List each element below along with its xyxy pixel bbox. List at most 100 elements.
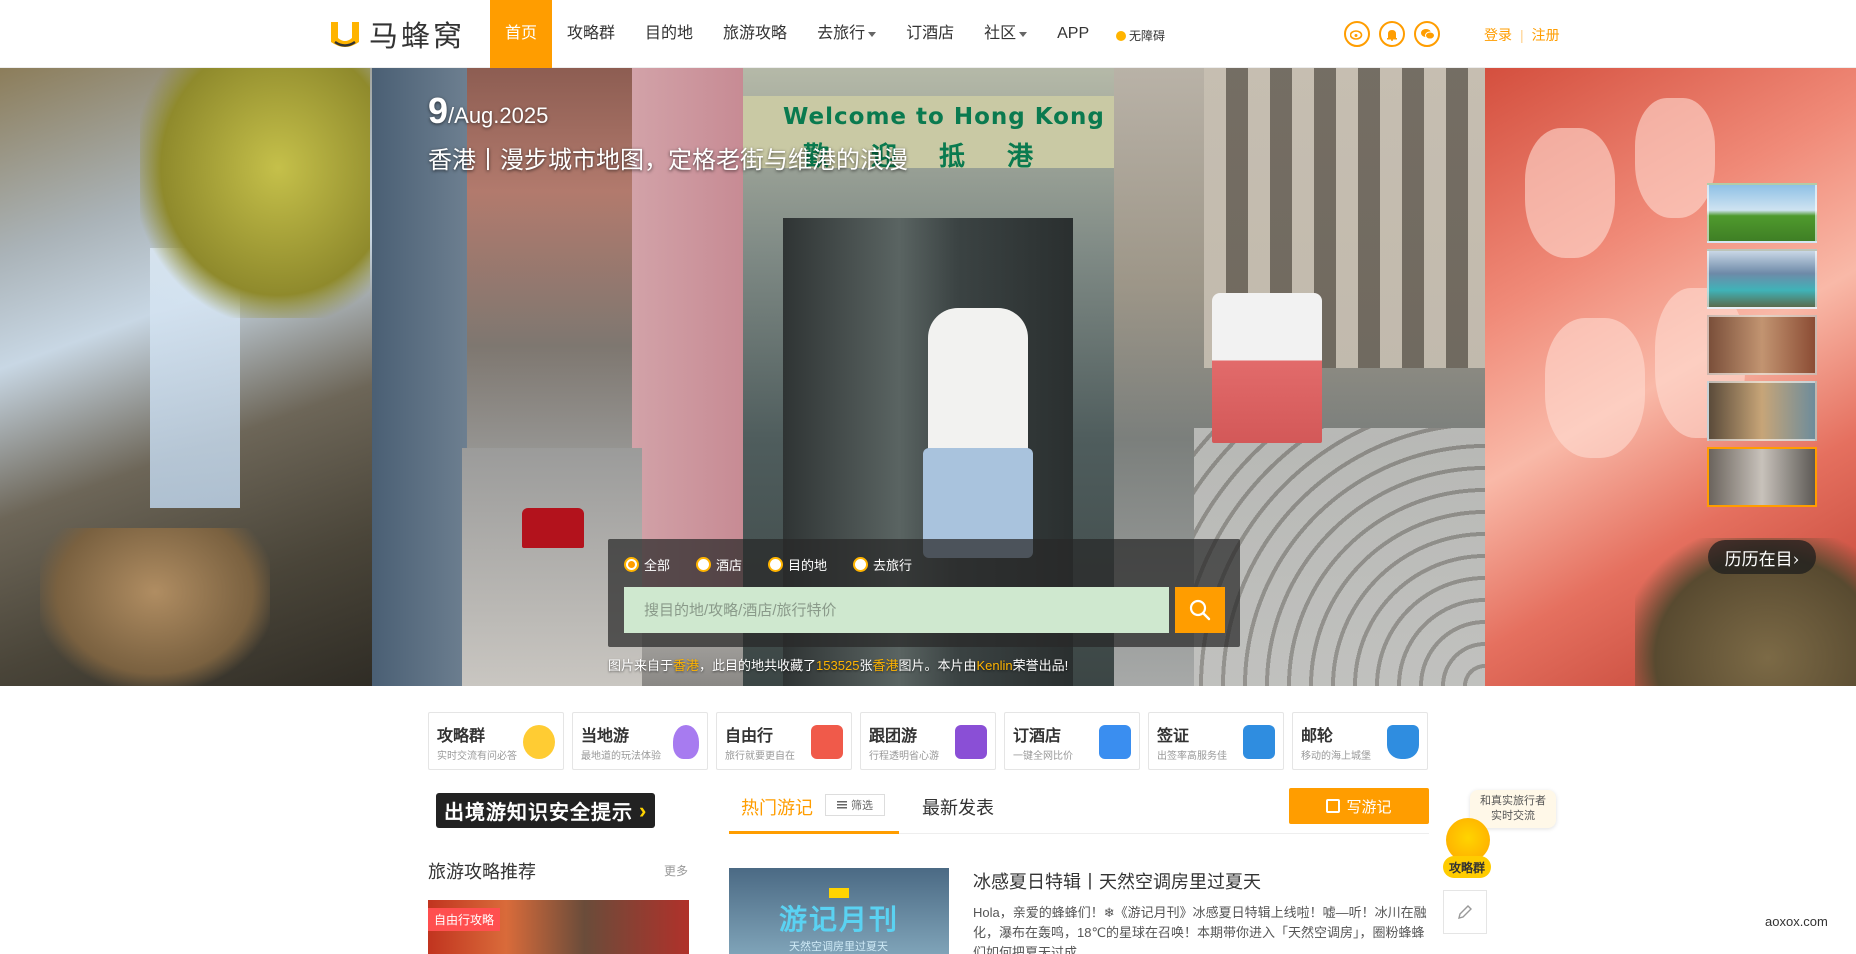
radio-icon bbox=[853, 557, 869, 572]
radio-hotel[interactable]: 酒店 bbox=[696, 555, 742, 574]
photo-taxi bbox=[522, 508, 584, 548]
feed-cover-image[interactable]: 游记月刊 天然空调房里过夏天 bbox=[729, 868, 949, 954]
credit-text: 图片。本片由 bbox=[898, 658, 977, 673]
hero-thumbnail[interactable] bbox=[1707, 183, 1817, 243]
recommend-title: 旅游攻略推荐 bbox=[428, 862, 536, 882]
nav-item-go-travel[interactable]: 去旅行 bbox=[802, 0, 891, 68]
search-button[interactable] bbox=[1175, 587, 1225, 633]
mascot-label[interactable]: 攻略群 bbox=[1443, 856, 1491, 878]
flag-icon bbox=[955, 725, 987, 759]
top-header: 马蜂窝 首页 攻略群 目的地 旅游攻略 去旅行 订酒店 社区 APP 无障碍 登… bbox=[0, 0, 1856, 68]
cover-sub: 天然空调房里过夏天 bbox=[789, 941, 888, 953]
category-card-visa[interactable]: 签证 出签率高服务佳 bbox=[1148, 712, 1284, 770]
gift-icon bbox=[811, 725, 843, 759]
nav-item-destination[interactable]: 目的地 bbox=[630, 0, 708, 68]
category-card-cruise[interactable]: 邮轮 移动的海上城堡 bbox=[1292, 712, 1428, 770]
radio-label: 去旅行 bbox=[873, 558, 913, 573]
balloon-icon bbox=[673, 725, 699, 759]
radio-all[interactable]: 全部 bbox=[624, 555, 670, 574]
category-card-guide-group[interactable]: 攻略群 实时交流有问必答 bbox=[428, 712, 564, 770]
photo-fish-bag bbox=[1545, 318, 1645, 458]
accessibility-icon bbox=[1116, 30, 1126, 41]
hero-thumbnail[interactable] bbox=[1707, 249, 1817, 309]
list-icon bbox=[837, 801, 847, 809]
filter-button[interactable]: 筛选 bbox=[825, 794, 885, 816]
category-desc: 一键全网比价 bbox=[1013, 751, 1073, 762]
safety-banner[interactable]: 出境游知识安全提示 › bbox=[436, 793, 656, 828]
logo[interactable]: 马蜂窝 bbox=[327, 16, 465, 53]
category-card-local-tour[interactable]: 当地游 最地道的玩法体验 bbox=[572, 712, 708, 770]
hero-title[interactable]: 香港丨漫步城市地图，定格老街与维港的浪漫 bbox=[428, 140, 908, 175]
tab-active-underline bbox=[729, 831, 899, 834]
nav-label: 旅游攻略 bbox=[723, 25, 788, 42]
chat-tip-text: 实时交流 bbox=[1491, 810, 1535, 822]
nav-item-community[interactable]: 社区 bbox=[969, 0, 1042, 68]
credit-place-link[interactable]: 香港 bbox=[673, 658, 699, 673]
history-button[interactable]: 历历在目› bbox=[1708, 540, 1816, 574]
search-icon bbox=[1189, 599, 1211, 621]
nav-item-travel-guide[interactable]: 旅游攻略 bbox=[708, 0, 802, 68]
category-desc: 出签率高服务佳 bbox=[1157, 751, 1227, 762]
write-note-button[interactable]: 写游记 bbox=[1289, 788, 1429, 824]
radio-label: 目的地 bbox=[788, 558, 828, 573]
weibo-icon[interactable] bbox=[1344, 21, 1370, 47]
accessibility-label: 无障碍 bbox=[1129, 29, 1166, 43]
credit-author-link[interactable]: Kenlin bbox=[976, 658, 1012, 673]
credit-text: 张 bbox=[859, 658, 873, 673]
bell-icon[interactable] bbox=[1379, 21, 1405, 47]
nav-item-guide-group[interactable]: 攻略群 bbox=[552, 0, 630, 68]
category-card-group-tour[interactable]: 跟团游 行程透明省心游 bbox=[860, 712, 996, 770]
category-name: 攻略群 bbox=[437, 728, 486, 745]
login-link[interactable]: 登录 bbox=[1484, 25, 1512, 45]
category-desc: 实时交流有问必答 bbox=[437, 751, 517, 762]
search-panel: 全部 酒店 目的地 去旅行 bbox=[608, 539, 1240, 647]
category-desc: 行程透明省心游 bbox=[869, 751, 939, 762]
hero-thumbnail-list bbox=[1707, 183, 1817, 513]
nav-label: 去旅行 bbox=[817, 25, 866, 42]
search-input[interactable] bbox=[624, 587, 1169, 633]
photo-sign-text: Welcome to Hong Kong bbox=[783, 104, 1105, 130]
feed-excerpt: Hola，亲爱的蜂蜂们！❄《游记月刊》冰感夏日特辑上线啦！嘘—听！冰川在融化，瀑… bbox=[973, 905, 1427, 954]
feed-title[interactable]: 冰感夏日特辑丨天然空调房里过夏天 bbox=[973, 868, 1261, 894]
chevron-right-icon: › bbox=[639, 797, 648, 823]
edit-button[interactable] bbox=[1443, 890, 1487, 934]
credit-count[interactable]: 153525 bbox=[816, 658, 859, 673]
passport-icon bbox=[1243, 725, 1275, 759]
credit-place-link[interactable]: 香港 bbox=[872, 658, 898, 673]
photo-person bbox=[140, 68, 370, 318]
hero-thumbnail-active[interactable] bbox=[1707, 447, 1817, 507]
edit-icon bbox=[1326, 799, 1341, 813]
chevron-down-icon bbox=[868, 31, 877, 37]
hero-day: 9 bbox=[428, 90, 449, 131]
hero-thumbnail[interactable] bbox=[1707, 315, 1817, 375]
category-name: 订酒店 bbox=[1013, 728, 1062, 745]
photo-credit: 图片来自于香港，此目的地共收藏了153525张香港图片。本片由Kenlin荣誉出… bbox=[608, 655, 1068, 674]
category-card-free-travel[interactable]: 自由行 旅行就要更自在 bbox=[716, 712, 852, 770]
ship-icon bbox=[1387, 725, 1419, 759]
photo-fish-bag bbox=[1635, 98, 1715, 218]
credit-text: ，此目的地共收藏了 bbox=[699, 658, 817, 673]
category-card-hotel[interactable]: 订酒店 一键全网比价 bbox=[1004, 712, 1140, 770]
nav-label: 目的地 bbox=[645, 25, 694, 42]
nav-label: APP bbox=[1057, 25, 1090, 42]
category-name: 签证 bbox=[1157, 728, 1190, 745]
hero-photo-panel bbox=[0, 68, 372, 686]
hero-thumbnail[interactable] bbox=[1707, 381, 1817, 441]
nav-label: 攻略群 bbox=[567, 25, 616, 42]
radio-travel[interactable]: 去旅行 bbox=[853, 555, 912, 574]
category-desc: 最地道的玩法体验 bbox=[581, 751, 661, 762]
smiley-icon bbox=[523, 725, 555, 759]
radio-destination[interactable]: 目的地 bbox=[768, 555, 827, 574]
accessibility-link[interactable]: 无障碍 bbox=[1116, 27, 1165, 44]
nav-item-app[interactable]: APP bbox=[1042, 0, 1104, 68]
tab-latest[interactable]: 最新发表 bbox=[922, 794, 994, 820]
wechat-icon[interactable] bbox=[1414, 21, 1440, 47]
nav-item-hotel[interactable]: 订酒店 bbox=[891, 0, 969, 68]
filter-label: 筛选 bbox=[851, 800, 873, 812]
recommend-more-link[interactable]: 更多 bbox=[664, 862, 688, 879]
register-link[interactable]: 注册 bbox=[1532, 25, 1560, 45]
nav-item-home[interactable]: 首页 bbox=[490, 0, 553, 68]
auth-separator: | bbox=[1520, 27, 1524, 43]
tab-hot-notes[interactable]: 热门游记 bbox=[741, 794, 813, 820]
nav-label: 社区 bbox=[984, 25, 1017, 42]
